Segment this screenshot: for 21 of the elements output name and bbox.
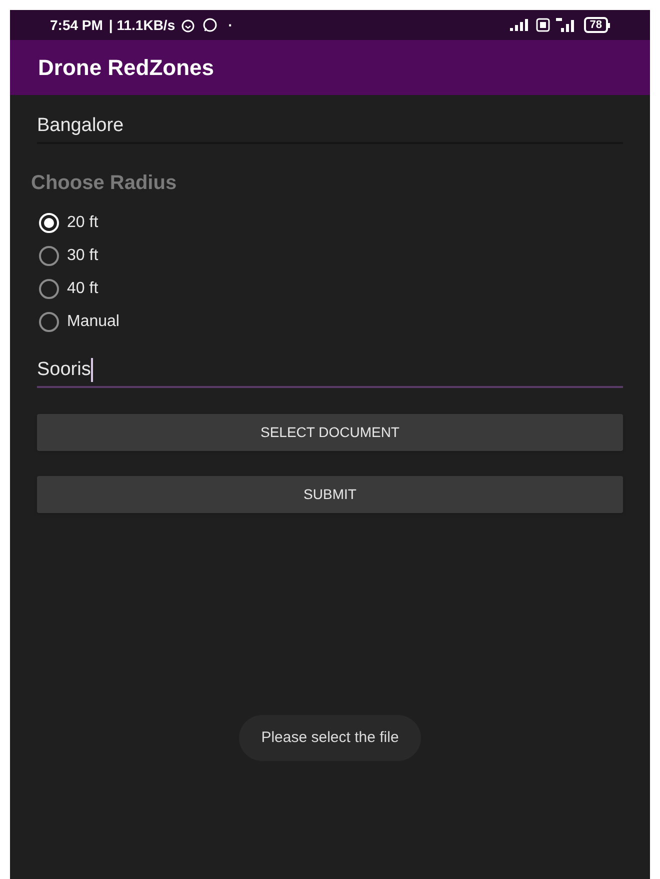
radio-option[interactable]: 30 ft <box>39 239 621 272</box>
section-heading: Choose Radius <box>31 171 178 196</box>
radio-button[interactable] <box>39 246 59 266</box>
status-dot: · <box>228 16 233 34</box>
signal-icon <box>510 19 530 31</box>
radio-option[interactable]: Manual <box>39 305 621 338</box>
text-field[interactable]: Bangalore <box>37 110 623 144</box>
radio-button[interactable] <box>39 312 59 332</box>
radio-option[interactable]: 40 ft <box>39 272 621 305</box>
toast-message: Please select the file <box>239 714 421 761</box>
alarm-icon <box>180 17 196 33</box>
radio-option[interactable]: 20 ft <box>39 206 621 239</box>
status-time: 7:54 PM <box>50 16 103 34</box>
battery-icon: 78 <box>584 17 610 33</box>
radio-button[interactable] <box>39 278 59 298</box>
app-title: Drone RedZones <box>38 54 214 82</box>
action-button[interactable]: SELECT DOCUMENT <box>37 414 623 451</box>
action-button[interactable]: SUBMIT <box>37 476 623 513</box>
text-field[interactable]: Sooris <box>37 354 623 388</box>
text-cursor <box>90 358 93 382</box>
status-speed: | 11.1KB/s <box>108 16 176 36</box>
